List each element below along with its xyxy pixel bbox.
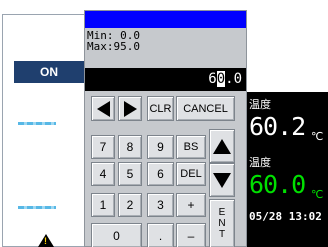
keypad-titlebar[interactable] bbox=[85, 11, 246, 28]
increment-button[interactable] bbox=[209, 129, 235, 163]
digit-4-button[interactable]: 4 bbox=[91, 162, 115, 186]
clear-button[interactable]: CLR bbox=[147, 96, 174, 121]
display-value-prefix: 6 bbox=[208, 71, 217, 87]
keypad-input-display[interactable]: 60.0 bbox=[85, 68, 246, 91]
background-right-panel: 温度 60.2 ℃ 温度 60.0 ℃ 05/28 13:02 bbox=[247, 0, 328, 247]
warning-icon[interactable] bbox=[38, 234, 54, 247]
arrow-up-icon bbox=[213, 138, 231, 154]
backspace-button[interactable]: BS bbox=[176, 135, 206, 159]
cyan-indicator-line bbox=[18, 122, 56, 125]
datetime-display: 05/28 13:02 bbox=[249, 210, 322, 223]
cursor-right-button[interactable] bbox=[118, 96, 142, 121]
display-cursor: 0 bbox=[216, 71, 226, 87]
max-value-label: Max:95.0 bbox=[87, 40, 140, 53]
digit-7-button[interactable]: 7 bbox=[91, 135, 115, 159]
digit-3-button[interactable]: 3 bbox=[147, 193, 174, 217]
enter-letter: N bbox=[218, 218, 226, 229]
temperature-2-value: 60.0 bbox=[249, 170, 306, 199]
left-panel-frame bbox=[2, 14, 84, 247]
temperature-2-label: 温度 bbox=[249, 156, 271, 169]
cyan-indicator-line bbox=[18, 206, 56, 209]
digit-9-button[interactable]: 9 bbox=[147, 135, 174, 159]
arrow-down-icon bbox=[213, 172, 231, 188]
temperature-1-unit: ℃ bbox=[311, 130, 324, 143]
cursor-left-button[interactable] bbox=[91, 96, 115, 121]
keypad-range: Min: 0.0 Max:95.0 bbox=[87, 30, 140, 52]
temperature-2-unit: ℃ bbox=[311, 188, 324, 201]
temperature-panel: 温度 60.2 ℃ 温度 60.0 ℃ 05/28 13:02 bbox=[247, 92, 328, 247]
plus-button[interactable]: + bbox=[176, 193, 206, 217]
minus-button[interactable]: – bbox=[176, 223, 206, 247]
decimal-point-button[interactable]: . bbox=[147, 223, 174, 247]
digit-1-button[interactable]: 1 bbox=[91, 193, 115, 217]
temperature-1-label: 温度 bbox=[249, 98, 271, 111]
on-status-button[interactable]: ON bbox=[14, 61, 84, 83]
digit-5-button[interactable]: 5 bbox=[118, 162, 142, 186]
display-value-suffix: .0 bbox=[225, 71, 242, 87]
digit-6-button[interactable]: 6 bbox=[147, 162, 174, 186]
enter-letter: E bbox=[218, 207, 226, 218]
temperature-1-value: 60.2 bbox=[249, 112, 306, 141]
enter-letter: T bbox=[218, 229, 226, 240]
arrow-right-icon bbox=[123, 100, 137, 117]
decrement-button[interactable] bbox=[209, 163, 235, 197]
arrow-left-icon bbox=[96, 100, 110, 117]
background-left-panel: ON bbox=[0, 0, 84, 247]
enter-label: E N T bbox=[218, 207, 225, 240]
digit-8-button[interactable]: 8 bbox=[118, 135, 142, 159]
cancel-button[interactable]: CANCEL bbox=[176, 96, 235, 121]
digit-2-button[interactable]: 2 bbox=[118, 193, 142, 217]
enter-button[interactable]: E N T bbox=[209, 199, 235, 247]
numeric-keypad-popup: Min: 0.0 Max:95.0 60.0 CLR CANCEL 7 8 9 … bbox=[84, 10, 247, 247]
digit-0-button[interactable]: 0 bbox=[91, 223, 142, 247]
delete-button[interactable]: DEL bbox=[176, 162, 206, 186]
